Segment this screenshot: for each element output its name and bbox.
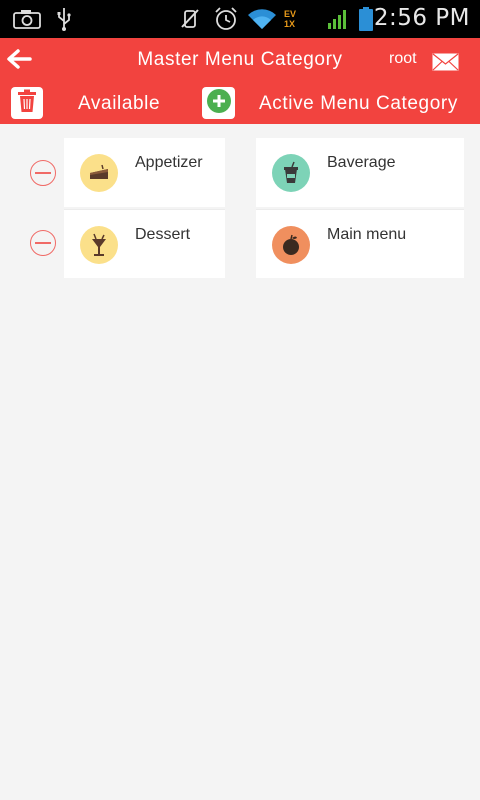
- app-header: Master Menu Category root Available Acti…: [0, 38, 480, 124]
- available-label: Available: [78, 93, 161, 114]
- drink-cup-icon: [272, 154, 310, 192]
- remove-button-dessert[interactable]: [30, 230, 56, 256]
- mail-icon[interactable]: [432, 53, 459, 71]
- item-label: Appetizer: [135, 154, 203, 171]
- cake-slice-icon: [80, 154, 118, 192]
- available-item-appetizer[interactable]: Appetizer: [64, 138, 225, 207]
- item-label: Main menu: [327, 226, 407, 243]
- network-label-1x: 1X: [284, 19, 296, 29]
- user-name: root: [389, 50, 417, 67]
- signal-icon: [327, 6, 349, 32]
- delete-button[interactable]: [11, 87, 43, 119]
- item-label: Baverage: [327, 154, 396, 171]
- camera-icon: [12, 6, 42, 32]
- status-time: 2:56 PM: [373, 5, 470, 31]
- network-type-indicator: EV 1X: [284, 6, 318, 32]
- sundae-icon: [80, 226, 118, 264]
- item-label: Dessert: [135, 226, 191, 243]
- active-category-label: Active Menu Category: [259, 93, 458, 114]
- available-item-dessert[interactable]: Dessert: [64, 209, 225, 278]
- apple-icon: [272, 226, 310, 264]
- usb-icon: [54, 6, 74, 32]
- active-item-baverage[interactable]: Baverage: [256, 138, 464, 207]
- plus-circle-icon: [206, 88, 232, 119]
- add-button[interactable]: [202, 87, 235, 119]
- remove-button-appetizer[interactable]: [30, 160, 56, 186]
- active-item-main-menu[interactable]: Main menu: [256, 209, 464, 278]
- minus-icon: [35, 242, 51, 244]
- network-label-ev: EV: [284, 9, 297, 19]
- trash-icon: [17, 89, 37, 118]
- battery-icon: [358, 6, 374, 32]
- alarm-icon: [212, 6, 240, 32]
- wifi-icon: [246, 6, 278, 32]
- minus-icon: [35, 172, 51, 174]
- vibrate-off-icon: [178, 6, 202, 32]
- status-bar: EV 1X 2:56 PM: [0, 0, 480, 38]
